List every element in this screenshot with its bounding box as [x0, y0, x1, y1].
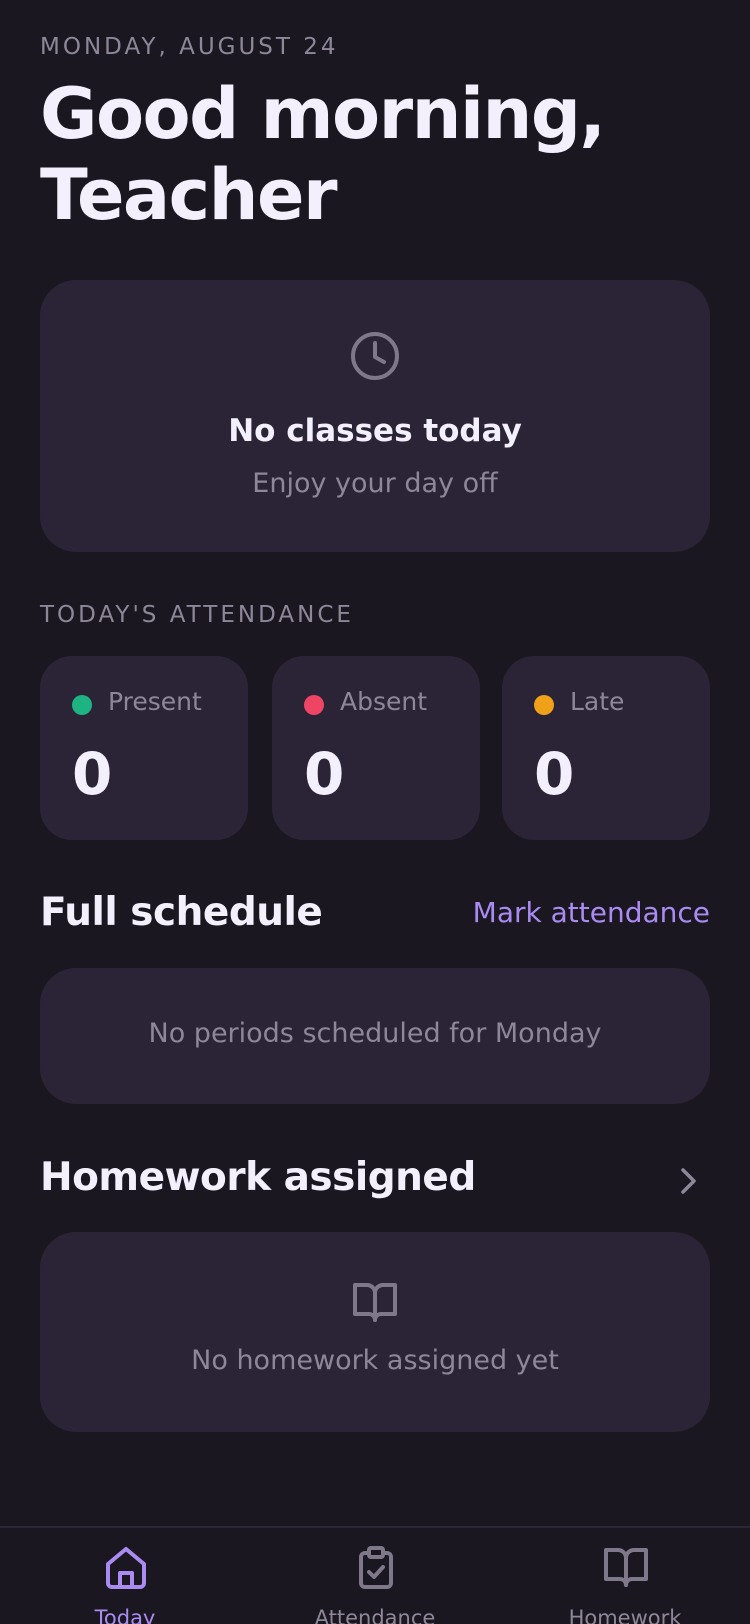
tab-today-label: Today — [94, 1606, 156, 1624]
book-open-icon — [604, 1548, 648, 1587]
absent-count: 0 — [304, 740, 345, 808]
no-classes-title: No classes today — [228, 413, 522, 449]
tab-homework[interactable]: Homework — [500, 1528, 750, 1624]
tab-homework-label: Homework — [568, 1606, 682, 1624]
chevron-right-icon[interactable] — [676, 1166, 702, 1200]
home-icon — [106, 1547, 146, 1589]
schedule-title: Full schedule — [40, 890, 323, 935]
present-label: Present — [108, 687, 202, 716]
absent-stat-card[interactable]: Absent 0 — [272, 656, 480, 840]
late-label: Late — [570, 687, 625, 716]
greeting-title: Good morning, Teacher — [40, 73, 606, 236]
present-stat-card[interactable]: Present 0 — [40, 656, 248, 840]
clipboard-check-icon — [359, 1546, 393, 1589]
late-dot-icon — [534, 695, 554, 715]
present-count: 0 — [72, 740, 113, 808]
homework-title: Homework assigned — [40, 1155, 476, 1200]
mark-attendance-link[interactable]: Mark attendance — [473, 896, 710, 929]
late-stat-card[interactable]: Late 0 — [502, 656, 710, 840]
book-open-icon — [352, 1280, 398, 1328]
homework-card — [40, 1232, 710, 1432]
bottom-tab-bar: Today Attendance Homework — [0, 1526, 750, 1624]
clock-icon — [349, 330, 401, 386]
attendance-section-label: TODAY'S ATTENDANCE — [40, 602, 354, 628]
tab-attendance[interactable]: Attendance — [250, 1528, 500, 1624]
no-homework-text: No homework assigned yet — [191, 1345, 559, 1376]
no-classes-subtitle: Enjoy your day off — [252, 468, 498, 499]
today-screen: MONDAY, AUGUST 24 Good morning, Teacher … — [0, 0, 750, 1624]
no-periods-text: No periods scheduled for Monday — [148, 1018, 602, 1049]
present-dot-icon — [72, 695, 92, 715]
absent-label: Absent — [340, 687, 428, 716]
tab-today[interactable]: Today — [0, 1528, 250, 1624]
tab-attendance-label: Attendance — [314, 1606, 436, 1624]
absent-dot-icon — [304, 695, 324, 715]
late-count: 0 — [534, 740, 575, 808]
date-label: MONDAY, AUGUST 24 — [40, 34, 339, 60]
